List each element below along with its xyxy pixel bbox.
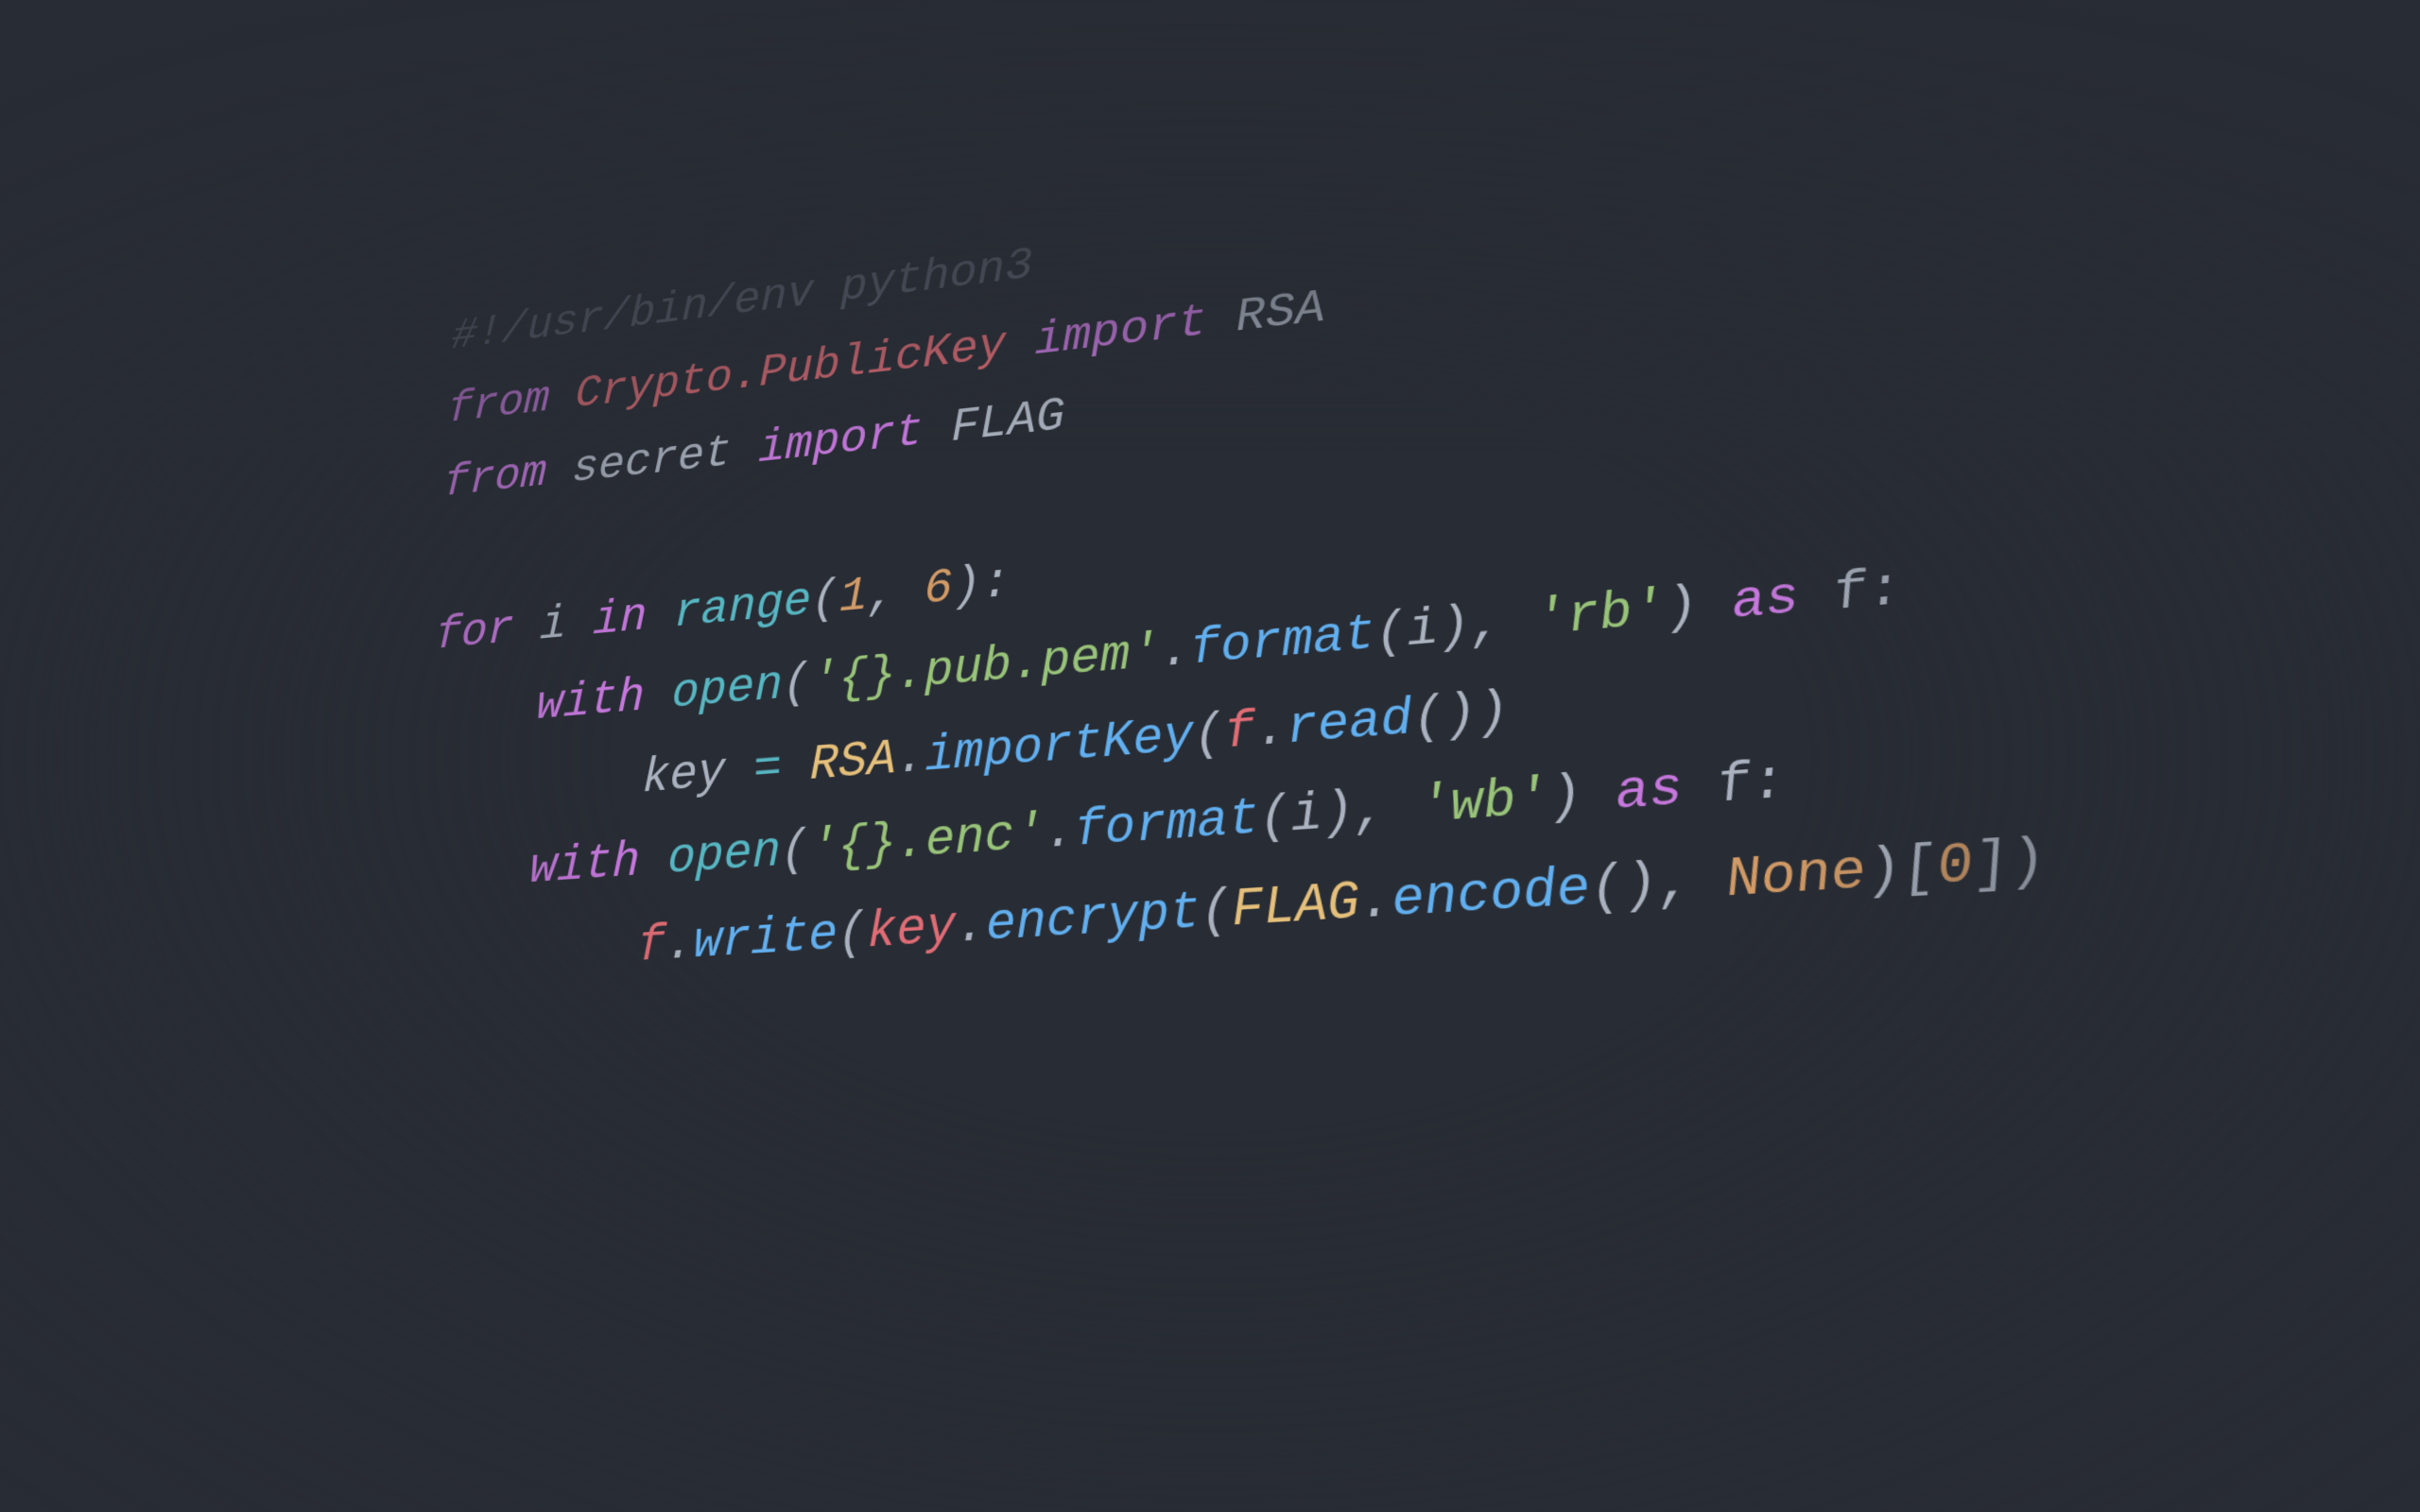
kw-from: from [446, 374, 550, 435]
dot: . [1044, 803, 1075, 863]
kw-as: as [1729, 569, 1803, 633]
code-screenshot: #!/usr/bin/env python3 from Crypto.Publi… [0, 0, 2420, 1512]
code-perspective-wrap: #!/usr/bin/env python3 from Crypto.Publi… [454, 302, 1870, 996]
kw-import: import [758, 406, 924, 475]
name-flag: FLAG [951, 390, 1065, 455]
num-6: 6 [924, 561, 953, 618]
str-rb: 'rb' [1532, 581, 1668, 650]
var-f: f [636, 917, 666, 975]
dot: . [896, 729, 925, 787]
fn-read: read [1285, 690, 1414, 758]
fn-importkey: importKey [925, 708, 1195, 785]
var-i: i [539, 599, 567, 654]
paren: ( [1200, 881, 1234, 942]
comma: , [1353, 779, 1421, 843]
paren: ) [1436, 598, 1472, 659]
fn-encrypt: encrypt [985, 883, 1201, 954]
str-pub-pem: '{}.pub.pem' [810, 626, 1161, 711]
paren: ( [1374, 604, 1409, 663]
kw-for: for [434, 604, 514, 662]
kw-with: with [536, 671, 646, 733]
dot: . [1253, 700, 1288, 761]
fn-range: range [673, 576, 811, 642]
comma: , [868, 564, 925, 623]
const-none: None [1723, 841, 1870, 913]
paren: ( [1410, 687, 1446, 747]
var-f: f [1223, 703, 1256, 763]
cls-rsa: RSA [810, 731, 896, 794]
arg-i: i [1289, 785, 1324, 847]
paren: ) [1547, 766, 1584, 829]
fn-open: open [667, 824, 782, 888]
comma: , [1468, 593, 1537, 656]
paren: ( [1193, 705, 1226, 765]
kw-import: import [1034, 296, 1208, 368]
fn-format: format [1074, 790, 1261, 861]
paren: ( [811, 573, 839, 628]
paren: ) [1321, 783, 1356, 845]
paren: ) [1475, 682, 1512, 744]
colon: : [1748, 752, 1789, 816]
var-key: key [867, 899, 956, 962]
const-flag: FLAG [1231, 873, 1361, 941]
paren: ) [1663, 577, 1702, 639]
paren: ( [1258, 788, 1292, 850]
dot: . [665, 915, 694, 973]
module-secret: secret [572, 428, 733, 496]
colon: : [981, 557, 1011, 613]
paren: ( [783, 656, 811, 713]
comma: , [1655, 850, 1730, 916]
kw-with: with [528, 834, 640, 898]
name-rsa: RSA [1235, 282, 1326, 344]
fn-format: format [1189, 607, 1377, 679]
paren: ( [780, 822, 809, 881]
paren: ( [838, 904, 867, 964]
paren: ) [2005, 830, 2050, 896]
op-eq: = [725, 738, 810, 799]
kw-as: as [1613, 760, 1685, 825]
fn-write: write [693, 906, 838, 972]
paren: ) [1443, 685, 1479, 747]
kw-from: from [442, 448, 547, 508]
dot: . [1159, 623, 1191, 681]
colon: : [1864, 559, 1906, 622]
dot: . [956, 897, 986, 957]
paren: ) [953, 559, 982, 616]
arg-i: i [1405, 601, 1441, 661]
str-wb: 'wb' [1416, 769, 1551, 838]
fn-encode: encode [1390, 858, 1593, 932]
str-enc: '{}.enc' [809, 805, 1046, 879]
python-code-block: #!/usr/bin/env python3 from Crypto.Publi… [415, 112, 2052, 1004]
var-key: key [641, 745, 725, 806]
dot: . [1357, 871, 1393, 934]
num-1: 1 [839, 570, 868, 626]
fn-open: open [671, 659, 783, 722]
kw-in: in [592, 591, 648, 648]
